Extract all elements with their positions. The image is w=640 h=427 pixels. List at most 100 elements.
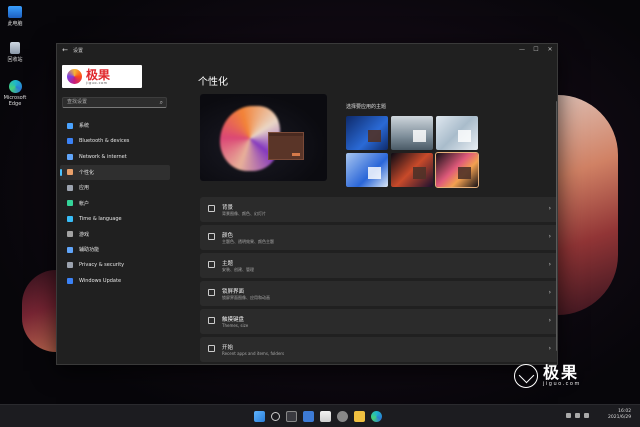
sidebar-item-label: Bluetooth & devices <box>79 138 130 145</box>
sidebar-item-label: Privacy & security <box>79 262 125 269</box>
chevron-up-icon[interactable] <box>566 413 571 418</box>
sidebar-item-icon <box>67 169 73 176</box>
theme-grid <box>346 116 479 188</box>
theme-thumbnail[interactable] <box>391 153 433 187</box>
search-input[interactable]: 查找设置 ⌕ <box>62 97 167 108</box>
chevron-right-icon: › <box>548 233 551 240</box>
search-icon[interactable] <box>271 412 280 421</box>
search-icon: ⌕ <box>159 99 163 106</box>
theme-window-sample <box>368 130 381 142</box>
chevron-right-icon: › <box>548 345 551 352</box>
recycle-bin-icon <box>10 42 20 54</box>
settings-gear-icon[interactable] <box>337 411 348 422</box>
sidebar-item-icon <box>67 231 73 238</box>
sidebar-item-label: 个性化 <box>79 169 95 176</box>
user-profile-logo[interactable]: 极果 jiguo.com <box>62 65 142 88</box>
sidebar-item[interactable]: 辅助功能 <box>60 242 170 258</box>
settings-window: ← 设置 — ☐ ✕ 极果 jiguo.com 查找设置 ⌕ 系统 Bluetoo… <box>56 43 558 365</box>
start-icon[interactable] <box>254 411 265 422</box>
theme-thumbnail[interactable] <box>435 152 479 188</box>
sidebar-item-icon <box>67 122 73 129</box>
taskbar: 16:02 2021/6/29 <box>0 404 640 427</box>
sidebar: 极果 jiguo.com 查找设置 ⌕ 系统 Bluetooth & device… <box>57 56 173 364</box>
clock[interactable]: 16:02 2021/6/29 <box>608 409 631 421</box>
sidebar-item-label: 游戏 <box>79 231 90 238</box>
watermark: 极果 jiguo.com <box>514 364 581 388</box>
settings-row-icon <box>208 345 215 352</box>
settings-row[interactable]: 开始 Recent apps and items, folders › <box>200 337 557 362</box>
settings-row-title: 颜色 <box>222 233 234 239</box>
sidebar-item[interactable]: Network & internet <box>60 149 170 165</box>
search-placeholder: 查找设置 <box>67 99 88 105</box>
theme-thumbnail[interactable] <box>346 116 388 150</box>
maximize-button[interactable]: ☐ <box>529 44 543 56</box>
theme-thumbnail[interactable] <box>391 116 433 150</box>
settings-row-title: 锁屏界面 <box>222 289 245 295</box>
minimize-button[interactable]: — <box>515 44 529 56</box>
desktop-wallpaper-bloom-left <box>22 270 56 352</box>
scrollbar[interactable] <box>556 101 557 351</box>
sidebar-item[interactable]: Windows Update <box>60 273 170 289</box>
computer-icon <box>8 6 22 18</box>
sidebar-item[interactable]: 个性化 <box>60 164 170 180</box>
title-bar[interactable]: ← 设置 — ☐ ✕ <box>57 44 557 56</box>
theme-window-sample <box>368 167 381 179</box>
theme-thumbnail[interactable] <box>436 116 478 150</box>
settings-row-icon <box>208 317 215 324</box>
sidebar-item[interactable]: Time & language <box>60 211 170 227</box>
desktop-icon-computer[interactable]: 此电脑 <box>2 6 28 27</box>
theme-window-sample <box>458 130 471 142</box>
settings-row-subtitle: 安装、创建、管理 <box>222 267 254 272</box>
network-icon[interactable] <box>575 413 580 418</box>
close-button[interactable]: ✕ <box>543 44 557 56</box>
theme-window-sample <box>458 167 471 179</box>
chevron-right-icon: › <box>548 289 551 296</box>
sidebar-item-label: Windows Update <box>79 277 122 284</box>
desktop-icon-label: 此电脑 <box>7 21 23 27</box>
sidebar-item-icon <box>67 215 73 222</box>
settings-row-title: 背景 <box>222 205 234 211</box>
desktop-wallpaper-bloom-right <box>548 95 618 315</box>
settings-row-title: 触摸键盘 <box>222 317 245 323</box>
sidebar-item-icon <box>67 246 73 253</box>
settings-row-subtitle: Themes, size <box>222 323 249 328</box>
sidebar-item[interactable]: 应用 <box>60 180 170 196</box>
settings-row-title: 开始 <box>222 345 234 351</box>
file-explorer-icon[interactable] <box>354 411 365 422</box>
settings-row[interactable]: 锁屏界面 锁屏界面图像、应用和动画 › <box>200 281 557 306</box>
sidebar-item[interactable]: Privacy & security <box>60 258 170 274</box>
settings-row[interactable]: 主题 安装、创建、管理 › <box>200 253 557 278</box>
taskbar-apps <box>254 411 388 422</box>
sidebar-item[interactable]: 系统 <box>60 118 170 134</box>
settings-row-icon <box>208 261 215 268</box>
window-controls: — ☐ ✕ <box>515 44 557 56</box>
settings-row[interactable]: 颜色 主题色、透明效果、颜色主题 › <box>200 225 557 250</box>
settings-list: 背景 背景图像、颜色、幻灯片 › 颜色 主题色、透明效果、颜色主题 › 主题 安装、创建、管理… <box>200 197 557 364</box>
back-button[interactable]: ← <box>57 46 73 54</box>
sidebar-item-icon <box>67 200 73 207</box>
logo-subtext: jiguo.com <box>86 80 108 85</box>
watermark-subtext: jiguo.com <box>543 381 581 387</box>
store-icon[interactable] <box>320 411 331 422</box>
theme-section-label: 选择要应用的主题 <box>346 104 387 110</box>
sidebar-item[interactable]: 游戏 <box>60 227 170 243</box>
desktop-icon-recycle-bin[interactable]: 回收站 <box>2 42 28 63</box>
widgets-icon[interactable] <box>303 411 314 422</box>
volume-icon[interactable] <box>584 413 589 418</box>
theme-thumbnail[interactable] <box>346 153 388 187</box>
sidebar-item[interactable]: Bluetooth & devices <box>60 134 170 150</box>
sidebar-item-label: 应用 <box>79 185 90 192</box>
sidebar-item[interactable]: 帐户 <box>60 196 170 212</box>
settings-row-subtitle: 背景图像、颜色、幻灯片 <box>222 211 266 216</box>
main-content: 个性化 选择要应用的主题 背景 背景图像、颜色、幻灯片 › 颜色 主题色、透明效果、颜色… <box>173 56 557 364</box>
settings-row-title: 主题 <box>222 261 234 267</box>
edge-icon[interactable] <box>371 411 382 422</box>
settings-row[interactable]: 背景 背景图像、颜色、幻灯片 › <box>200 197 557 222</box>
sidebar-item-icon <box>67 277 73 284</box>
settings-row[interactable]: 触摸键盘 Themes, size › <box>200 309 557 334</box>
desktop-icon-edge[interactable]: Microsoft Edge <box>2 80 28 107</box>
sidebar-nav: 系统 Bluetooth & devices Network & internet 个… <box>60 118 170 289</box>
task-view-icon[interactable] <box>286 411 297 422</box>
sidebar-item-label: Time & language <box>79 215 122 222</box>
settings-row-icon <box>208 233 215 240</box>
